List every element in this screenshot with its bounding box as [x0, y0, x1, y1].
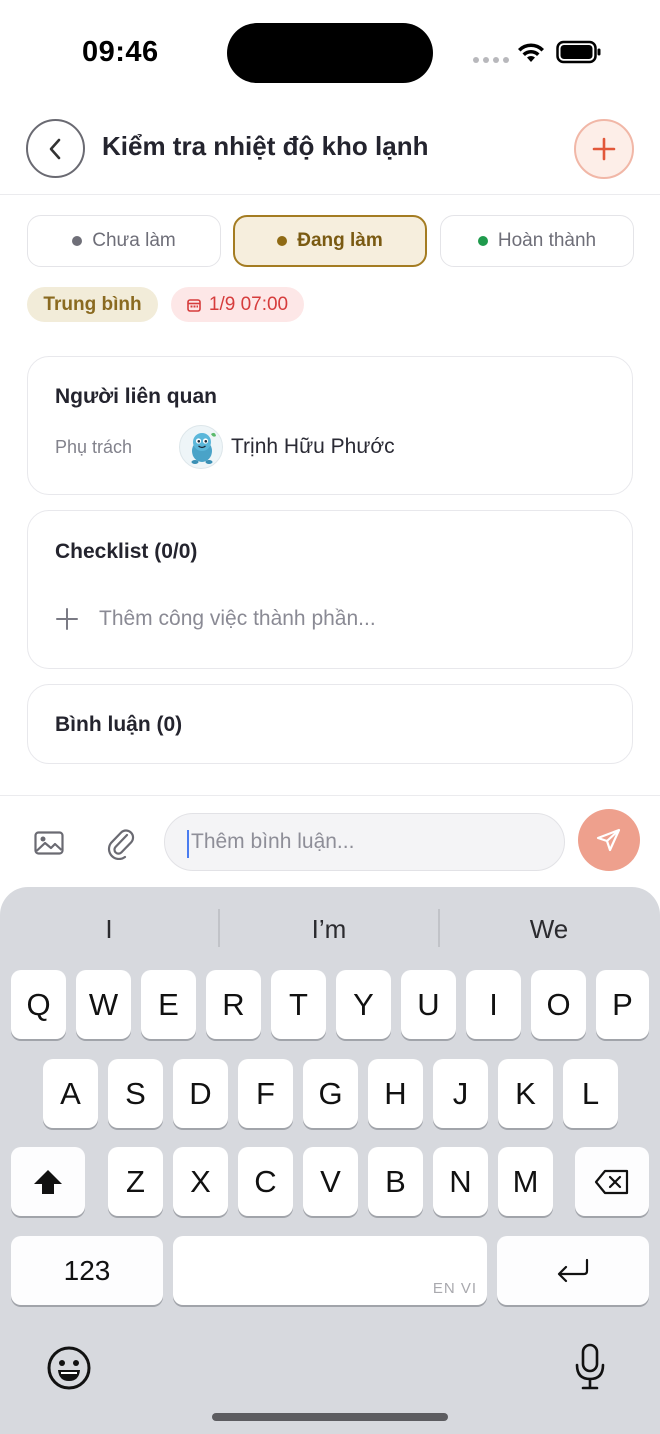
dynamic-island — [227, 23, 433, 83]
tab-status-in-progress[interactable]: Đang làm — [233, 215, 427, 267]
key-c[interactable]: C — [238, 1147, 293, 1216]
checklist-card: Checklist (0/0) Thêm công việc thành phầ… — [27, 510, 633, 669]
shift-icon — [34, 1169, 62, 1194]
assignee-role-label: Phụ trách — [55, 437, 133, 457]
comment-input[interactable]: Thêm bình luận... — [164, 813, 565, 871]
key-a[interactable]: A — [43, 1059, 98, 1128]
plus-icon — [592, 137, 616, 161]
keyboard: I I’m We Q W E R T Y U I O P A S D F G H… — [0, 887, 660, 1434]
emoji-icon[interactable] — [46, 1345, 92, 1391]
calendar-icon — [187, 298, 201, 312]
key-m[interactable]: M — [498, 1147, 553, 1216]
send-button[interactable] — [578, 809, 640, 871]
cellular-signal-icon — [473, 57, 509, 63]
tab-status-done[interactable]: Hoàn thành — [440, 215, 634, 267]
home-indicator[interactable] — [212, 1413, 448, 1421]
suggestion-2[interactable]: I’m — [220, 909, 438, 949]
key-t[interactable]: T — [271, 970, 326, 1039]
priority-label: Trung bình — [43, 293, 142, 315]
people-card: Người liên quan Phụ trách Trịnh Hữu Phướ… — [27, 356, 633, 495]
image-icon[interactable] — [34, 831, 64, 855]
key-f[interactable]: F — [238, 1059, 293, 1128]
key-e[interactable]: E — [141, 970, 196, 1039]
return-icon — [557, 1258, 589, 1282]
key-u[interactable]: U — [401, 970, 456, 1039]
text-caret — [187, 830, 189, 858]
comment-composer: Thêm bình luận... — [0, 795, 660, 887]
priority-badge[interactable]: Trung bình — [27, 287, 158, 322]
people-card-title: Người liên quan — [55, 385, 217, 408]
tab-status-todo[interactable]: Chưa làm — [27, 215, 221, 267]
microphone-icon[interactable] — [574, 1343, 606, 1391]
status-time: 09:46 — [82, 36, 159, 68]
back-button[interactable] — [26, 119, 85, 178]
add-button[interactable] — [574, 119, 634, 179]
return-key[interactable] — [497, 1236, 649, 1305]
key-v[interactable]: V — [303, 1147, 358, 1216]
chevron-left-icon — [49, 138, 60, 159]
key-q[interactable]: Q — [11, 970, 66, 1039]
status-dot-icon — [277, 236, 288, 246]
key-n[interactable]: N — [433, 1147, 488, 1216]
numbers-key[interactable]: 123 — [11, 1236, 163, 1305]
due-date-label: 1/9 07:00 — [208, 293, 289, 315]
key-k[interactable]: K — [498, 1059, 553, 1128]
paperclip-icon[interactable] — [106, 826, 136, 860]
key-o[interactable]: O — [531, 970, 586, 1039]
avatar[interactable] — [179, 425, 223, 469]
page-title: Kiểm tra nhiệt độ kho lạnh — [102, 131, 429, 161]
key-w[interactable]: W — [76, 970, 131, 1039]
shift-key[interactable] — [11, 1147, 85, 1216]
battery-icon — [556, 40, 601, 64]
key-g[interactable]: G — [303, 1059, 358, 1128]
tab-label: Đang làm — [297, 230, 383, 251]
key-z[interactable]: Z — [108, 1147, 163, 1216]
mascot-avatar-icon — [191, 432, 216, 464]
delete-key[interactable] — [575, 1147, 649, 1216]
checklist-title: Checklist (0/0) — [55, 540, 198, 563]
language-hint: EN VI — [432, 1280, 477, 1297]
header: Kiểm tra nhiệt độ kho lạnh — [0, 100, 660, 195]
key-j[interactable]: J — [433, 1059, 488, 1128]
key-i[interactable]: I — [466, 970, 521, 1039]
tab-label: Hoàn thành — [497, 230, 597, 251]
comment-placeholder: Thêm bình luận... — [191, 830, 355, 853]
suggestion-1[interactable]: I — [0, 909, 218, 949]
wifi-icon — [518, 43, 544, 62]
tab-label: Chưa làm — [92, 230, 176, 251]
suggestion-3[interactable]: We — [440, 909, 658, 949]
send-icon — [596, 828, 621, 852]
key-d[interactable]: D — [173, 1059, 228, 1128]
status-bar: 09:46 — [0, 0, 660, 100]
key-x[interactable]: X — [173, 1147, 228, 1216]
comments-card: Bình luận (0) — [27, 684, 633, 764]
key-b[interactable]: B — [368, 1147, 423, 1216]
key-h[interactable]: H — [368, 1059, 423, 1128]
comments-title: Bình luận (0) — [55, 713, 183, 736]
backspace-icon — [594, 1169, 629, 1194]
key-y[interactable]: Y — [336, 970, 391, 1039]
key-l[interactable]: L — [563, 1059, 618, 1128]
add-subtask-button[interactable]: Thêm công việc thành phần... — [55, 607, 376, 631]
key-s[interactable]: S — [108, 1059, 163, 1128]
plus-icon — [56, 608, 78, 630]
key-p[interactable]: P — [596, 970, 649, 1039]
space-key[interactable]: EN VI — [173, 1236, 487, 1305]
assignee-name[interactable]: Trịnh Hữu Phước — [231, 435, 395, 459]
key-r[interactable]: R — [206, 970, 261, 1039]
status-dot-icon — [477, 236, 488, 246]
due-date-badge[interactable]: 1/9 07:00 — [171, 287, 304, 322]
add-subtask-label: Thêm công việc thành phần... — [99, 607, 376, 630]
status-dot-icon — [72, 236, 83, 246]
